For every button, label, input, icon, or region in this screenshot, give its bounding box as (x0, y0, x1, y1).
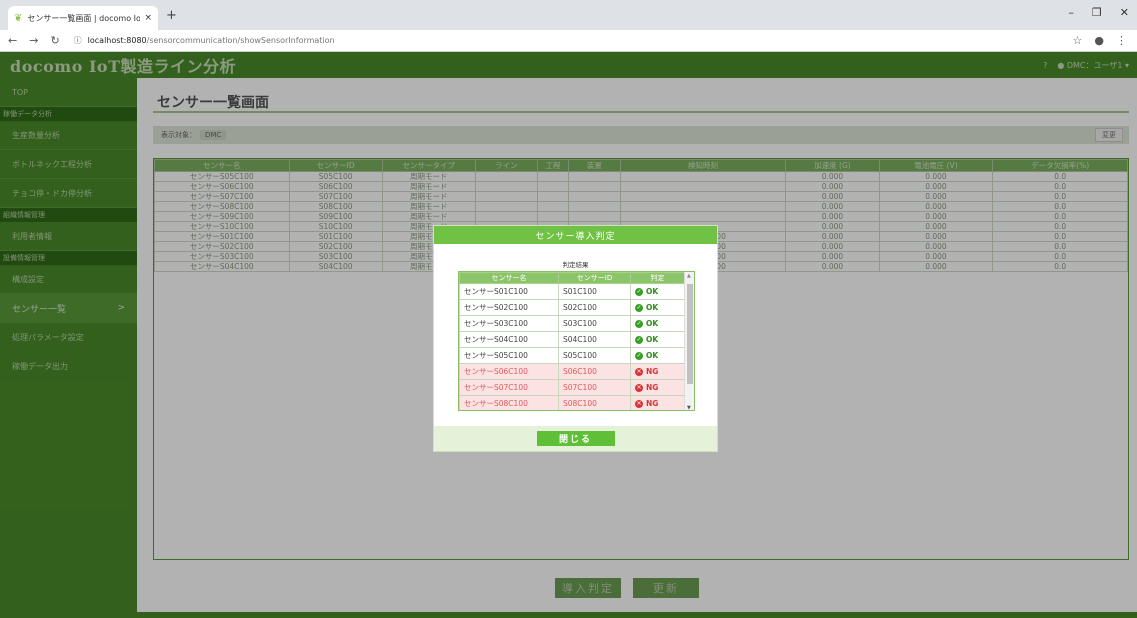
ng-x-icon: ✕ (635, 399, 643, 408)
sensor-id-cell: S06C100 (558, 363, 631, 380)
verdict-label: OK (646, 335, 659, 344)
verdict: ✓ OK (635, 335, 684, 344)
reload-icon[interactable]: ↻ (50, 34, 59, 47)
sensor-name-cell: センサーS02C100 (459, 299, 559, 316)
verdict-cell: ✕ NG (630, 363, 685, 380)
minimize-icon[interactable]: – (1068, 6, 1074, 19)
verdict-label: NG (646, 367, 659, 376)
verdict: ✓ OK (635, 351, 684, 360)
result-table: センサー名 センサーID 判定 センサーS01C100 S01C100 ✓ OK センサーS… (459, 272, 685, 410)
sensor-id-cell: S02C100 (558, 299, 631, 316)
browser-tabbar: ❦ センサー一覧画面 | docomo IoT製 × + – ❐ ✕ (0, 0, 1137, 30)
verdict-cell: ✓ OK (630, 347, 685, 364)
sensor-id-cell: S01C100 (558, 283, 631, 300)
sensor-name-cell: センサーS07C100 (459, 379, 559, 396)
verdict-label: NG (646, 399, 659, 408)
forward-icon[interactable]: → (29, 34, 38, 47)
verdict: ✓ OK (635, 287, 684, 296)
result-column-header: センサーID (558, 272, 631, 284)
result-column-header: センサー名 (459, 272, 559, 284)
dialog-title: センサー導入判定 (434, 226, 717, 244)
verdict-cell: ✕ NG (630, 379, 685, 396)
result-column-header: 判定 (630, 272, 685, 284)
close-window-icon[interactable]: ✕ (1120, 6, 1129, 19)
sensor-name-cell: センサーS01C100 (459, 283, 559, 300)
sensor-name-cell: センサーS06C100 (459, 363, 559, 380)
result-row: センサーS08C100 S08C100 ✕ NG (459, 395, 685, 410)
ng-x-icon: ✕ (635, 367, 643, 376)
result-row: センサーS01C100 S01C100 ✓ OK (459, 283, 685, 300)
info-icon[interactable]: ⓘ (74, 35, 82, 46)
ok-check-icon: ✓ (635, 335, 643, 344)
back-icon[interactable]: ← (8, 34, 17, 47)
close-button[interactable]: 閉じる (536, 431, 615, 446)
sensor-name-cell: センサーS03C100 (459, 315, 559, 332)
verdict: ✕ NG (635, 383, 684, 392)
result-row: センサーS07C100 S07C100 ✕ NG (459, 379, 685, 396)
verdict-cell: ✓ OK (630, 331, 685, 348)
verdict-label: OK (646, 319, 659, 328)
result-table-wrapper[interactable]: センサー名 センサーID 判定 センサーS01C100 S01C100 ✓ OK センサーS… (458, 271, 695, 411)
ng-x-icon: ✕ (635, 383, 643, 392)
ok-check-icon: ✓ (635, 351, 643, 360)
result-scrollbar[interactable]: ▲ ▼ (684, 272, 694, 410)
result-row: センサーS04C100 S04C100 ✓ OK (459, 331, 685, 348)
dialog-footer: 閉じる (434, 426, 717, 451)
maximize-icon[interactable]: ❐ (1092, 6, 1102, 19)
ok-check-icon: ✓ (635, 303, 643, 312)
verdict-label: OK (646, 303, 659, 312)
result-row: センサーS06C100 S06C100 ✕ NG (459, 363, 685, 380)
result-row: センサーS03C100 S03C100 ✓ OK (459, 315, 685, 332)
verdict: ✕ NG (635, 399, 684, 408)
verdict-cell: ✓ OK (630, 283, 685, 300)
browser-tab-title: センサー一覧画面 | docomo IoT製 (27, 13, 141, 23)
nav-buttons: ← → ↻ (0, 34, 60, 47)
result-row: センサーS05C100 S05C100 ✓ OK (459, 347, 685, 364)
sensor-name-cell: センサーS08C100 (459, 395, 559, 410)
leaf-favicon-icon: ❦ (14, 12, 23, 24)
profile-icon[interactable]: ● (1094, 34, 1104, 47)
sensor-id-cell: S04C100 (558, 331, 631, 348)
verdict: ✓ OK (635, 319, 684, 328)
sensor-id-cell: S03C100 (558, 315, 631, 332)
result-caption: 判定結果 (562, 261, 589, 269)
sensor-name-cell: センサーS05C100 (459, 347, 559, 364)
verdict: ✕ NG (635, 367, 684, 376)
url-host: localhost:8080 (87, 36, 147, 45)
install-judge-dialog: センサー導入判定 判定結果 センサー名 センサーID 判定 センサーS01C100 S… (433, 225, 718, 452)
scroll-up-icon[interactable]: ▲ (687, 273, 691, 279)
verdict-cell: ✓ OK (630, 315, 685, 332)
verdict-label: NG (646, 383, 659, 392)
verdict-label: OK (646, 287, 659, 296)
url-path: /sensorcommunication/showSensorInformati… (146, 36, 335, 45)
verdict-cell: ✓ OK (630, 299, 685, 316)
sensor-name-cell: センサーS04C100 (459, 331, 559, 348)
ok-check-icon: ✓ (635, 319, 643, 328)
address-bar: ← → ↻ ⓘ localhost:8080/sensorcommunicati… (0, 30, 1137, 52)
new-tab-button[interactable]: + (166, 8, 177, 23)
scrollbar-thumb[interactable] (687, 284, 693, 384)
url-field[interactable]: ⓘ localhost:8080/sensorcommunication/sho… (74, 35, 335, 46)
verdict: ✓ OK (635, 303, 684, 312)
verdict-label: OK (646, 351, 659, 360)
browser-tab[interactable]: ❦ センサー一覧画面 | docomo IoT製 × (8, 6, 158, 30)
scroll-down-icon[interactable]: ▼ (687, 405, 691, 410)
close-tab-icon[interactable]: × (144, 13, 152, 23)
menu-dots-icon[interactable]: ⋮ (1116, 34, 1127, 47)
ok-check-icon: ✓ (635, 287, 643, 296)
window-controls: – ❐ ✕ (1068, 6, 1129, 19)
result-row: センサーS02C100 S02C100 ✓ OK (459, 299, 685, 316)
verdict-cell: ✕ NG (630, 395, 685, 410)
address-bar-actions: ☆ ● ⋮ (1073, 34, 1137, 47)
sensor-id-cell: S05C100 (558, 347, 631, 364)
sensor-id-cell: S07C100 (558, 379, 631, 396)
sensor-id-cell: S08C100 (558, 395, 631, 410)
bookmark-star-icon[interactable]: ☆ (1073, 34, 1083, 47)
